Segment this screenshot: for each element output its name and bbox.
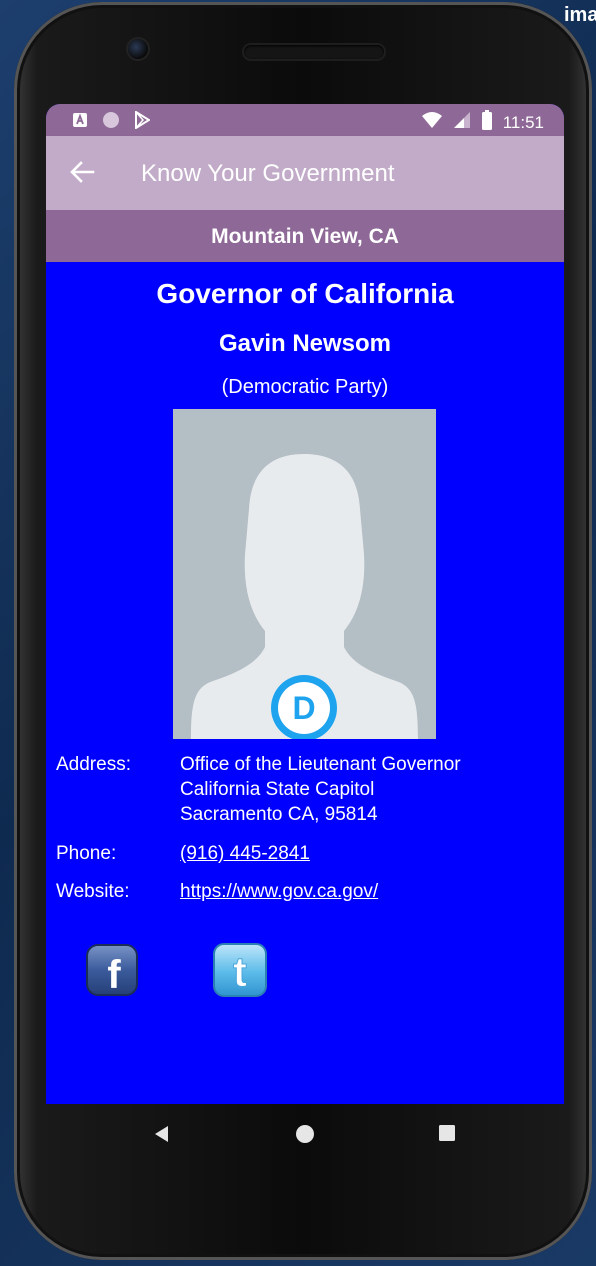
nav-home-button[interactable] [295, 1124, 315, 1149]
twitter-button[interactable]: t [212, 942, 268, 998]
website-link[interactable]: https://www.gov.ca.gov/ [180, 879, 560, 904]
party-affiliation: (Democratic Party) [221, 376, 389, 398]
recents-square-icon [438, 1125, 456, 1146]
official-photo-placeholder[interactable]: D [173, 409, 436, 739]
address-line: Sacramento CA, 95814 [180, 804, 378, 825]
address-line: Office of the Lieutenant Governor [180, 754, 461, 775]
official-name: Gavin Newsom [218, 330, 392, 357]
a-notification-icon [72, 112, 88, 133]
system-navigation-bar [32, 1102, 550, 1168]
facebook-button[interactable]: f [84, 942, 140, 998]
app-title: Know Your Government [141, 160, 395, 187]
app-screen: 11:51 Know Your Government Mountain View… [46, 104, 564, 1104]
website-label: Website: [56, 881, 130, 902]
twitter-letter: t [233, 948, 247, 995]
signal-icon [453, 111, 471, 134]
address-value[interactable]: Office of the Lieutenant Governor Califo… [180, 752, 560, 827]
democratic-party-logo[interactable]: D [271, 675, 337, 739]
play-store-icon [134, 110, 151, 134]
nav-back-button[interactable] [152, 1124, 170, 1149]
party-logo-letter: D [292, 690, 315, 726]
home-circle-icon [295, 1125, 315, 1148]
nav-recents-button[interactable] [438, 1124, 456, 1147]
phone-link[interactable]: (916) 445-2841 [180, 841, 560, 866]
phone-label: Phone: [56, 843, 117, 864]
address-label: Address: [56, 754, 131, 775]
facebook-letter: f [107, 953, 121, 997]
wifi-icon [421, 111, 443, 134]
earpiece-speaker [244, 45, 384, 59]
back-button[interactable] [62, 154, 102, 194]
office-title: Governor of California [156, 278, 454, 309]
front-camera [128, 39, 148, 59]
address-line: California State Capitol [180, 779, 375, 800]
back-triangle-icon [152, 1126, 170, 1148]
arrow-back-icon [69, 160, 95, 188]
background-corner-text: ima [564, 4, 596, 26]
status-bar: 11:51 [46, 104, 564, 136]
twitter-icon: t [213, 943, 267, 997]
location-label[interactable]: Mountain View, CA [46, 210, 564, 262]
circle-notification-icon [102, 111, 120, 134]
app-bar: Know Your Government [46, 136, 564, 210]
phone-frame: 11:51 Know Your Government Mountain View… [14, 2, 592, 1260]
status-time: 11:51 [502, 112, 544, 132]
facebook-icon: f [86, 944, 138, 997]
battery-icon [481, 110, 493, 135]
